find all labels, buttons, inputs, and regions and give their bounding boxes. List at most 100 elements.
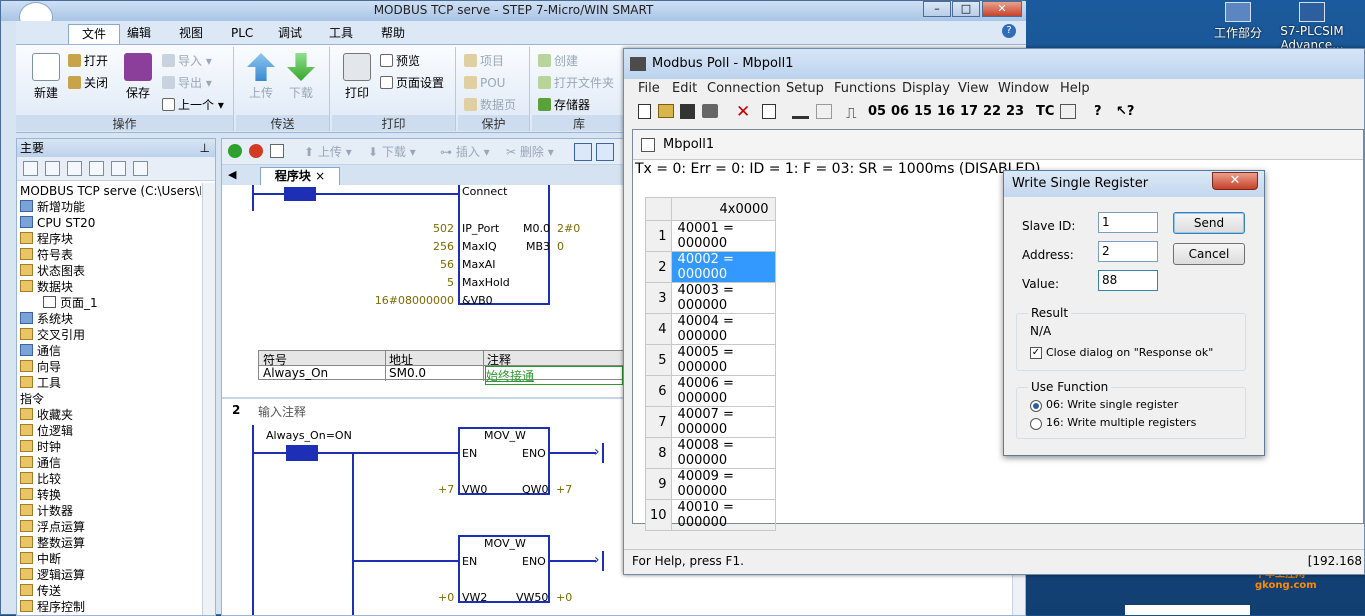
open-folder-button[interactable]: 打开文件夹: [538, 73, 614, 94]
menu-window[interactable]: Window: [998, 81, 1049, 96]
param-value[interactable]: 0: [557, 240, 564, 253]
tree-item[interactable]: 数据块: [20, 279, 73, 295]
tree-item[interactable]: 整数运算: [20, 535, 85, 551]
tab-plc[interactable]: PLC: [218, 24, 266, 44]
tab-file[interactable]: 文件: [68, 24, 121, 44]
cancel-button[interactable]: Cancel: [1173, 243, 1245, 265]
tree-section[interactable]: 指令: [20, 391, 44, 407]
tree-item[interactable]: 转换: [20, 487, 61, 503]
help-icon[interactable]: ?: [1094, 104, 1102, 119]
tree-item[interactable]: 系统块: [20, 311, 73, 327]
tree-item[interactable]: 比较: [20, 471, 61, 487]
fn16-radio[interactable]: [1030, 418, 1042, 430]
fc-17-button[interactable]: 17: [960, 104, 978, 119]
menu-file[interactable]: File: [638, 81, 660, 96]
upload-button[interactable]: 上传: [244, 53, 278, 101]
register-cell[interactable]: 40002 = 000000: [670, 251, 776, 283]
value-input[interactable]: 88: [1098, 270, 1158, 291]
symbol-cell[interactable]: Always_On: [263, 366, 328, 380]
table-row[interactable]: 10 40010 = 000000: [645, 499, 776, 531]
print-button[interactable]: 打印: [340, 53, 374, 101]
menu-setup[interactable]: Setup: [786, 81, 824, 96]
param-value[interactable]: 5: [412, 276, 454, 289]
tree-item[interactable]: 收藏夹: [20, 407, 73, 423]
network-icon[interactable]: [596, 143, 614, 161]
close-button[interactable]: ✕: [982, 1, 1022, 17]
menu-connection[interactable]: Connection: [707, 81, 781, 96]
fn06-radio[interactable]: [1030, 400, 1042, 412]
param-value[interactable]: +0: [438, 591, 454, 604]
insert-button[interactable]: ⊶ 插入 ▾: [440, 143, 490, 161]
menu-help[interactable]: Help: [1060, 81, 1090, 96]
tree-item[interactable]: CPU ST20: [20, 215, 95, 231]
tab-program-block[interactable]: 程序块 ×: [260, 167, 340, 185]
register-cell[interactable]: 40010 = 000000: [670, 499, 776, 531]
preview-button[interactable]: 预览: [380, 51, 420, 72]
register-cell[interactable]: 40001 = 000000: [670, 220, 776, 252]
table-row[interactable]: 4 40004 = 000000: [645, 313, 776, 345]
table-row[interactable]: 9 40009 = 000000: [645, 468, 776, 500]
close-tab-icon[interactable]: ×: [315, 169, 325, 183]
fc-23-button[interactable]: 23: [1006, 104, 1024, 119]
tree-item[interactable]: 通信: [20, 455, 61, 471]
desktop-icon-plcsim[interactable]: S7-PLCSIM Advance...: [1277, 2, 1347, 52]
editor-download-button[interactable]: ⬇ 下载 ▾: [368, 143, 416, 161]
tree-item[interactable]: 位逻辑: [20, 423, 73, 439]
stop-icon[interactable]: [249, 144, 263, 158]
close-project-button[interactable]: 关闭: [68, 73, 108, 94]
network-icon[interactable]: [574, 143, 592, 161]
slave-id-input[interactable]: 1: [1098, 212, 1158, 233]
send-button[interactable]: Send: [1173, 212, 1245, 234]
close-on-ok-checkbox[interactable]: ✓: [1030, 347, 1042, 359]
table-row[interactable]: 3 40003 = 000000: [645, 282, 776, 314]
tree-item[interactable]: 逻辑运算: [20, 567, 85, 583]
contact[interactable]: [286, 445, 318, 461]
download-button[interactable]: 下载: [284, 53, 318, 101]
dialog-close-button[interactable]: ✕: [1212, 172, 1258, 190]
pin-icon[interactable]: ⊥: [200, 139, 210, 157]
tree-view-icon[interactable]: [45, 161, 60, 176]
param-value[interactable]: +0: [556, 591, 572, 604]
editor-upload-button[interactable]: ⬆ 上传 ▾: [304, 143, 352, 161]
protect-pou-button[interactable]: POU: [464, 73, 505, 94]
tree-item[interactable]: 程序控制: [20, 599, 85, 615]
menu-functions[interactable]: Functions: [834, 81, 896, 96]
menu-edit[interactable]: Edit: [672, 81, 697, 96]
new-icon[interactable]: [638, 104, 651, 119]
param-value[interactable]: +7: [438, 483, 454, 496]
export-button[interactable]: 导出 ▾: [162, 73, 212, 94]
run-icon[interactable]: [228, 144, 242, 158]
monitor-icon[interactable]: [1060, 104, 1076, 119]
fc-16-button[interactable]: 16: [937, 104, 955, 119]
menu-display[interactable]: Display: [902, 81, 950, 96]
fc-06-button[interactable]: 06: [891, 104, 909, 119]
table-row[interactable]: 6 40006 = 000000: [645, 375, 776, 407]
register-cell[interactable]: 40009 = 000000: [670, 468, 776, 500]
compile-icon[interactable]: [270, 144, 284, 158]
traffic-button[interactable]: TC: [1036, 104, 1054, 119]
tree-item[interactable]: 通信: [20, 343, 61, 359]
tab-tools[interactable]: 工具: [316, 24, 366, 44]
tree-view-icon[interactable]: [89, 161, 104, 176]
protect-datablock-button[interactable]: 数据页: [464, 95, 516, 116]
fc-22-button[interactable]: 22: [983, 104, 1001, 119]
page-setup-button[interactable]: 页面设置: [380, 73, 444, 94]
tree-item[interactable]: 工具: [20, 375, 61, 391]
tree-item[interactable]: 计数器: [20, 503, 73, 519]
tree-view-icon[interactable]: [67, 161, 82, 176]
save-button[interactable]: 保存: [120, 53, 156, 101]
table-row[interactable]: 1 40001 = 000000: [645, 220, 776, 252]
param-value[interactable]: 56: [412, 258, 454, 271]
table-row[interactable]: 5 40005 = 000000: [645, 344, 776, 376]
tab-edit[interactable]: 编辑: [114, 24, 164, 44]
table-row[interactable]: 7 40007 = 000000: [645, 406, 776, 438]
create-library-button[interactable]: 创建: [538, 51, 578, 72]
tab-debug[interactable]: 调试: [265, 24, 315, 44]
maximize-button[interactable]: □: [952, 1, 980, 17]
import-button[interactable]: 导入 ▾: [162, 51, 212, 72]
delete-icon[interactable]: ✕: [736, 104, 750, 121]
network-comment[interactable]: 输入注释: [258, 403, 306, 420]
open-button[interactable]: 打开: [68, 51, 108, 72]
save-icon[interactable]: [680, 104, 695, 119]
param-value[interactable]: 16#08000000: [372, 294, 454, 307]
